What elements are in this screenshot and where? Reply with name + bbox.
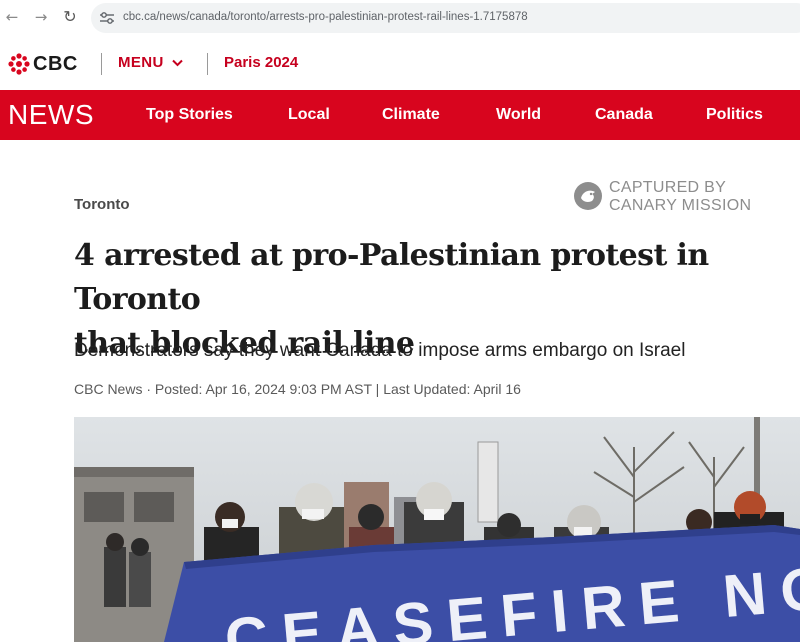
canary-mission-logo-icon: [574, 182, 602, 210]
menu-label: MENU: [118, 54, 164, 71]
cbc-gem-icon: [8, 53, 30, 75]
divider: [101, 53, 102, 75]
divider: [207, 53, 208, 75]
cbc-logo[interactable]: CBC: [8, 51, 78, 77]
browser-toolbar: ← → ↻ cbc.ca/news/canada/toronto/arrests…: [0, 0, 800, 39]
article-kicker[interactable]: Toronto: [74, 196, 130, 213]
news-section-title[interactable]: NEWS: [8, 99, 94, 131]
arrow-left-icon[interactable]: ←: [2, 7, 22, 27]
reload-icon[interactable]: ↻: [60, 7, 80, 27]
news-nav-bar: NEWS Top Stories Local Climate World Can…: [0, 90, 800, 140]
logo-text: CBC: [33, 52, 78, 75]
article-byline: CBC News · Posted: Apr 16, 2024 9:03 PM …: [74, 381, 521, 397]
protest-photo-illustration: CEASEFIRE NOW: [74, 417, 800, 642]
address-bar[interactable]: cbc.ca/news/canada/toronto/arrests-pro-p…: [91, 3, 800, 33]
headline-line-1: 4 arrested at pro-Palestinian protest in…: [74, 238, 709, 317]
nav-top-stories[interactable]: Top Stories: [146, 106, 233, 124]
watermark-line-2: CANARY MISSION: [609, 197, 752, 214]
site-header: CBC MENU Paris 2024: [0, 38, 800, 90]
nav-local[interactable]: Local: [288, 106, 330, 124]
paris-2024-link[interactable]: Paris 2024: [224, 54, 298, 71]
canary-mission-watermark: CAPTURED BY CANARY MISSION: [573, 179, 773, 219]
arrow-right-icon[interactable]: →: [31, 7, 51, 27]
nav-politics[interactable]: Politics: [706, 106, 763, 124]
article-photo[interactable]: CEASEFIRE NOW: [74, 417, 800, 642]
article-deck: Demonstrators say they want Canada to im…: [74, 340, 686, 361]
watermark-line-1: CAPTURED BY: [609, 179, 727, 196]
url-text[interactable]: cbc.ca/news/canada/toronto/arrests-pro-p…: [123, 11, 528, 23]
nav-canada[interactable]: Canada: [595, 106, 653, 124]
nav-climate[interactable]: Climate: [382, 106, 440, 124]
site-settings-icon[interactable]: [99, 11, 115, 25]
nav-world[interactable]: World: [496, 106, 541, 124]
menu-button[interactable]: MENU: [118, 54, 183, 71]
chevron-down-icon: [172, 59, 183, 66]
